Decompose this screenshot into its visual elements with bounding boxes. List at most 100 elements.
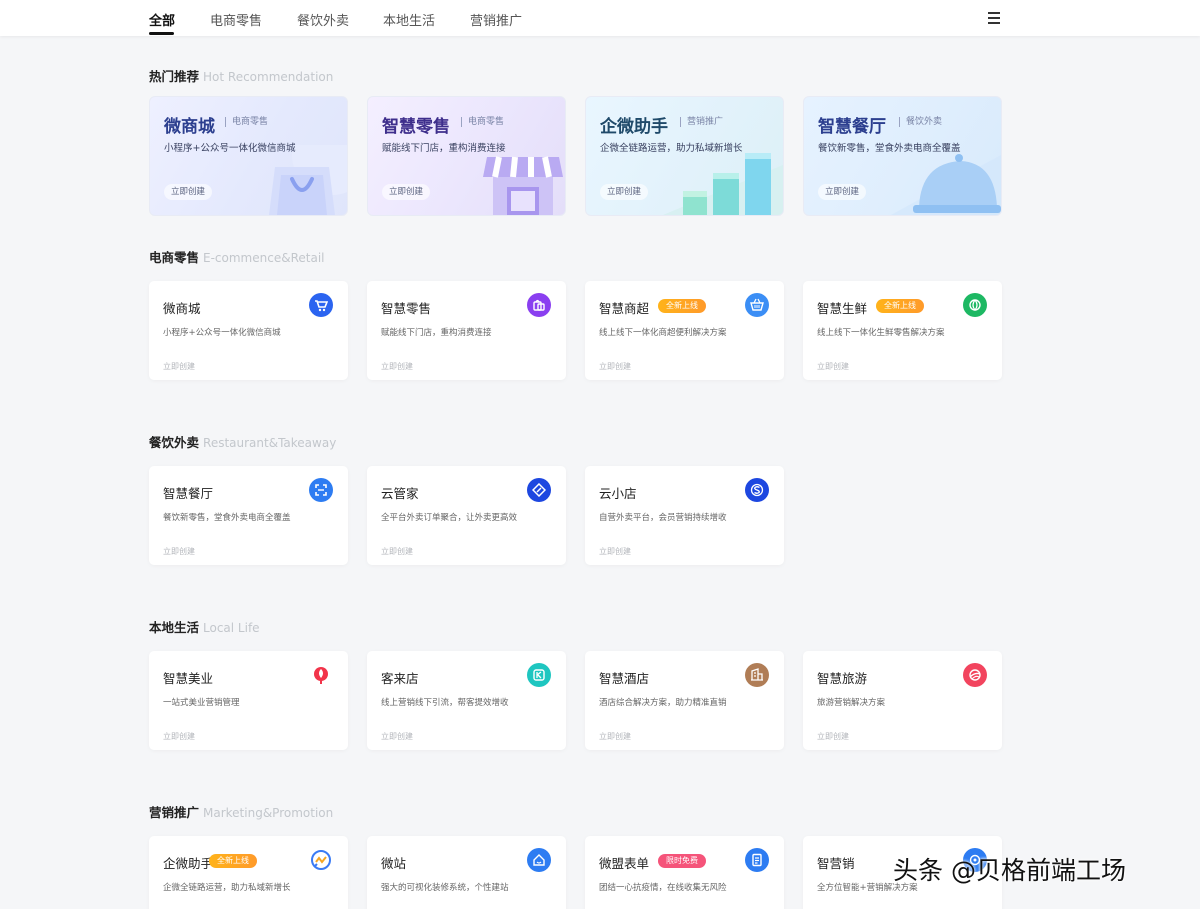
card-desc: 酒店综合解决方案，助力精准直销 — [599, 698, 727, 708]
card-title: 智营销 — [817, 856, 855, 871]
section-title-label: 营销推广 — [149, 805, 200, 820]
food-cloche-illustration — [891, 154, 1001, 215]
card-title: 客来店 — [381, 671, 419, 686]
app-card-smart-retail[interactable]: 智慧零售 赋能线下门店，重构消费连接 立即创建 — [367, 281, 566, 380]
card-title: 云管家 — [381, 486, 419, 501]
create-link[interactable]: 立即创建 — [381, 546, 413, 557]
create-link[interactable]: 立即创建 — [163, 731, 195, 742]
hot-card-desc: 企微全链路运营，助力私域新增长 — [600, 143, 743, 154]
hot-card-title: 智慧零售 — [382, 117, 450, 137]
hotel-building-icon — [745, 663, 769, 687]
hot-card-category: 营销推广 — [680, 117, 723, 127]
app-card-wecom-assistant[interactable]: 企微助手 全新上线 企微全链路运营，助力私域新增长 — [149, 836, 348, 909]
card-desc: 餐饮新零售，堂食外卖电商全覆盖 — [163, 513, 291, 523]
tab-local-life[interactable]: 本地生活 — [383, 10, 435, 29]
card-desc: 一站式美业营销管理 — [163, 698, 240, 708]
growth-bars-illustration — [663, 153, 783, 215]
app-card-ke-lai-dian[interactable]: 客来店 线上营销线下引流，帮客提效增收 立即创建 — [367, 651, 566, 750]
shopping-bags-icon — [527, 293, 551, 317]
section-title-en: Restaurant&Takeaway — [203, 436, 337, 450]
card-desc: 团结一心抗疫情，在线收集无风险 — [599, 883, 727, 893]
section-title-label: 本地生活 — [149, 620, 200, 635]
create-button[interactable]: 立即创建 — [600, 184, 649, 200]
card-title: 微盟表单 — [599, 856, 650, 871]
new-badge: 全新上线 — [209, 854, 257, 868]
new-badge: 全新上线 — [876, 299, 924, 313]
create-button[interactable]: 立即创建 — [818, 184, 867, 200]
create-link[interactable]: 立即创建 — [163, 546, 195, 557]
app-card-smart-travel[interactable]: 智慧旅游 旅游营销解决方案 立即创建 — [803, 651, 1002, 750]
app-card-smart-supermarket[interactable]: 智慧商超 全新上线 线上线下一体化商超便利解决方案 立即创建 — [585, 281, 784, 380]
card-desc: 自营外卖平台，会员营销持续增收 — [599, 513, 727, 523]
form-icon — [745, 848, 769, 872]
create-button[interactable]: 立即创建 — [382, 184, 431, 200]
section-title-en: Hot Recommendation — [203, 70, 334, 84]
hot-card-title: 智慧餐厅 — [818, 117, 886, 137]
card-desc: 旅游营销解决方案 — [817, 698, 886, 708]
card-title: 微商城 — [163, 301, 201, 316]
micro-site-icon — [527, 848, 551, 872]
section-title-hot: 热门推荐 Hot Recommendation — [149, 66, 333, 85]
shopping-cart-icon — [309, 293, 333, 317]
tab-all[interactable]: 全部 — [149, 10, 175, 29]
tab-restaurant-takeaway[interactable]: 餐饮外卖 — [297, 10, 349, 29]
top-nav: 全部 电商零售 餐饮外卖 本地生活 营销推广 — [0, 0, 1200, 36]
hot-card-title: 企微助手 — [600, 117, 668, 137]
create-button[interactable]: 立即创建 — [164, 184, 213, 200]
app-card-cloud-shop[interactable]: 云小店 自营外卖平台，会员营销持续增收 立即创建 — [585, 466, 784, 565]
app-card-smart-beauty[interactable]: 智慧美业 一站式美业营销管理 立即创建 — [149, 651, 348, 750]
basket-icon — [745, 293, 769, 317]
card-title: 微站 — [381, 856, 407, 871]
hot-card-desc: 赋能线下门店，重构消费连接 — [382, 143, 506, 154]
card-title: 智慧商超 — [599, 301, 650, 316]
create-link[interactable]: 立即创建 — [381, 731, 413, 742]
app-card-smart-fresh[interactable]: 智慧生鲜 全新上线 线上线下一体化生鲜零售解决方案 立即创建 — [803, 281, 1002, 380]
free-badge: 限时免费 — [658, 854, 706, 868]
hot-card-category: 电商零售 — [225, 117, 268, 127]
menu-icon[interactable] — [988, 12, 1002, 24]
active-tab-indicator — [149, 32, 174, 35]
card-title: 智慧旅游 — [817, 671, 868, 686]
card-desc: 线上营销线下引流，帮客提效增收 — [381, 698, 509, 708]
section-title-marketing: 营销推广 Marketing&Promotion — [149, 802, 333, 821]
card-title: 智慧零售 — [381, 301, 432, 316]
section-title-local-life: 本地生活 Local Life — [149, 617, 260, 636]
shopping-bag-illustration — [269, 145, 347, 215]
app-card-weimob-form[interactable]: 微盟表单 限时免费 团结一心抗疫情，在线收集无风险 — [585, 836, 784, 909]
beauty-icon — [309, 663, 333, 687]
tab-ecommerce-retail[interactable]: 电商零售 — [210, 10, 262, 29]
hot-card-category: 电商零售 — [461, 117, 504, 127]
create-link[interactable]: 立即创建 — [599, 361, 631, 372]
section-title-en: Marketing&Promotion — [203, 806, 334, 820]
create-link[interactable]: 立即创建 — [163, 361, 195, 372]
hot-card-smart-retail[interactable]: 智慧零售 电商零售 赋能线下门店，重构消费连接 立即创建 — [367, 96, 566, 216]
tab-marketing[interactable]: 营销推广 — [470, 10, 522, 29]
hot-card-smart-restaurant[interactable]: 智慧餐厅 餐饮外卖 餐饮新零售，堂食外卖电商全覆盖 立即创建 — [803, 96, 1002, 216]
create-link[interactable]: 立即创建 — [817, 731, 849, 742]
travel-icon — [963, 663, 987, 687]
new-badge: 全新上线 — [658, 299, 706, 313]
create-link[interactable]: 立即创建 — [599, 731, 631, 742]
section-title-en: E-commence&Retail — [203, 251, 325, 265]
app-card-micro-mall[interactable]: 微商城 小程序+公众号一体化微信商城 立即创建 — [149, 281, 348, 380]
app-card-smart-restaurant[interactable]: 智慧餐厅 餐饮新零售，堂食外卖电商全覆盖 立即创建 — [149, 466, 348, 565]
scan-frame-icon — [309, 478, 333, 502]
hot-card-wecom-assistant[interactable]: 企微助手 营销推广 企微全链路运营，助力私域新增长 立即创建 — [585, 96, 784, 216]
card-title: 云小店 — [599, 486, 637, 501]
app-card-cloud-butler[interactable]: 云管家 全平台外卖订单聚合，让外卖更高效 立即创建 — [367, 466, 566, 565]
diamond-link-icon — [527, 478, 551, 502]
app-card-smart-hotel[interactable]: 智慧酒店 酒店综合解决方案，助力精准直销 立即创建 — [585, 651, 784, 750]
hot-card-micro-mall[interactable]: 微商城 电商零售 小程序+公众号一体化微信商城 立即创建 — [149, 96, 348, 216]
app-card-micro-site[interactable]: 微站 强大的可视化装修系统，个性建站 — [367, 836, 566, 909]
create-link[interactable]: 立即创建 — [817, 361, 849, 372]
section-title-label: 电商零售 — [149, 250, 200, 265]
hot-card-category: 餐饮外卖 — [899, 117, 942, 127]
card-desc: 线上线下一体化生鲜零售解决方案 — [817, 328, 945, 338]
card-desc: 强大的可视化装修系统，个性建站 — [381, 883, 509, 893]
section-title-restaurant: 餐饮外卖 Restaurant&Takeaway — [149, 432, 336, 451]
create-link[interactable]: 立即创建 — [381, 361, 413, 372]
chat-wave-icon — [309, 848, 333, 872]
store-k-icon — [527, 663, 551, 687]
create-link[interactable]: 立即创建 — [599, 546, 631, 557]
watermark-text: 头条 @贝格前端工场 — [893, 856, 1126, 885]
